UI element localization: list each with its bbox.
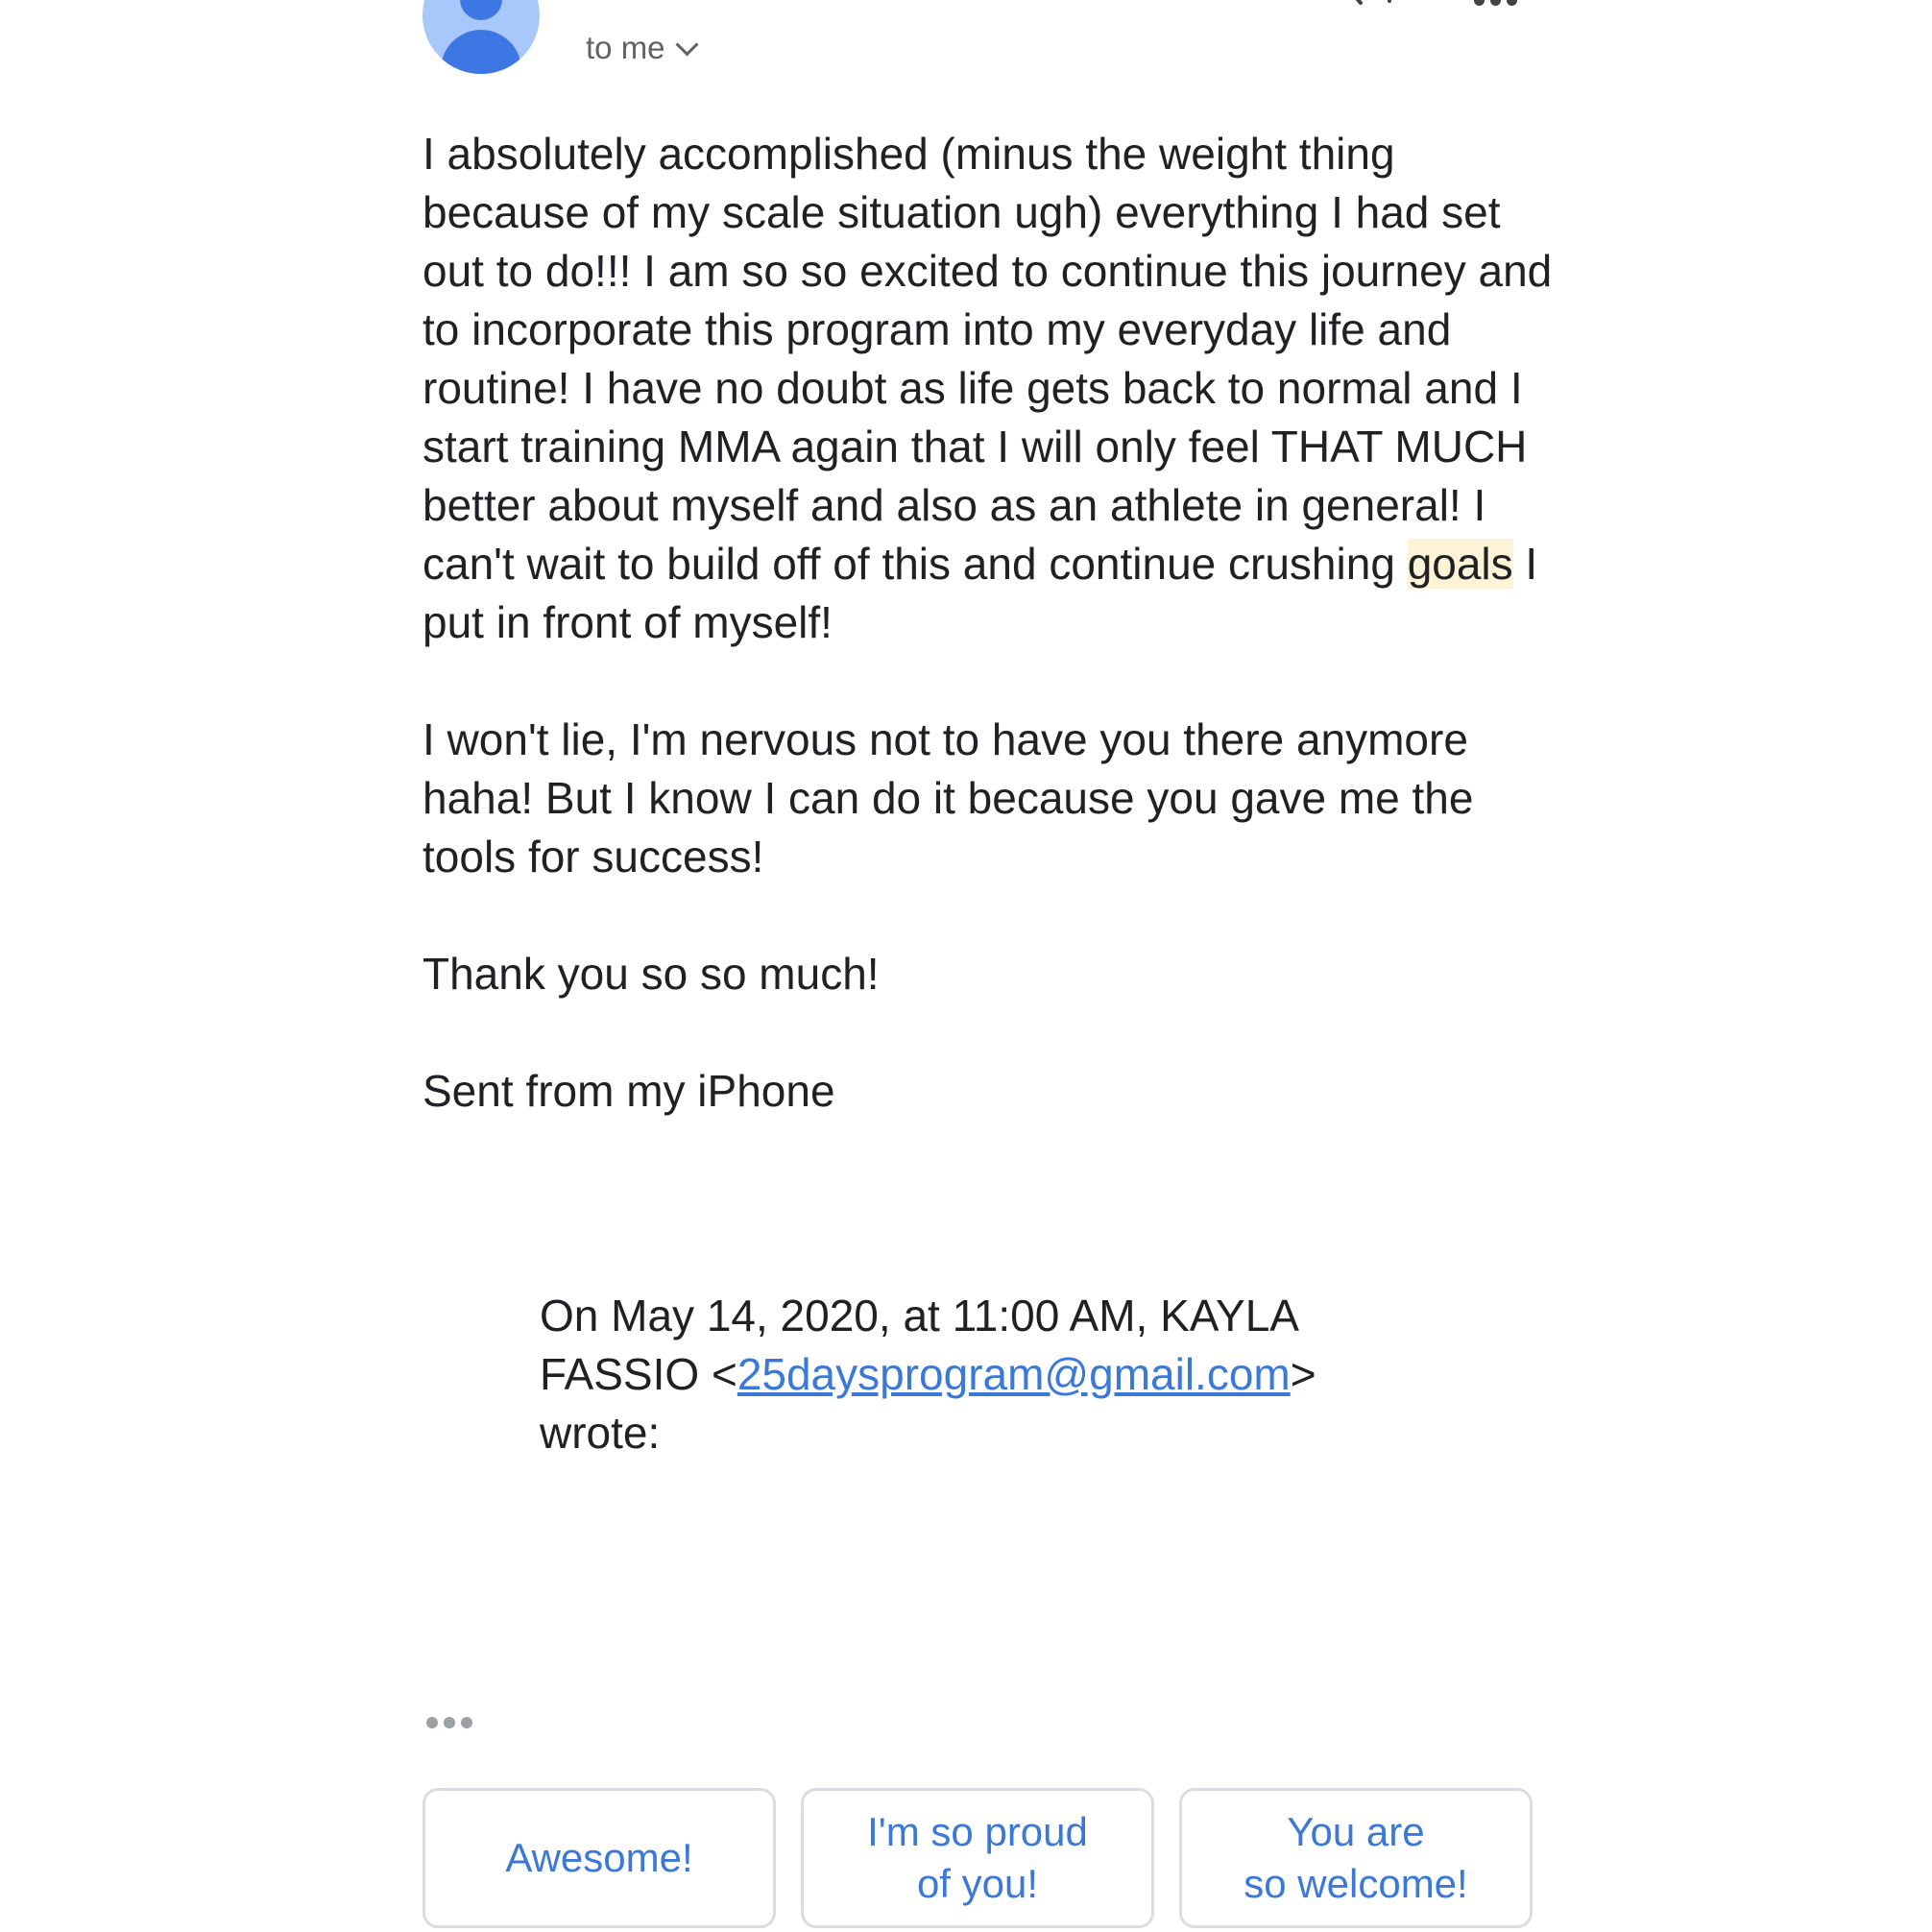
- highlighted-word: goals: [1407, 539, 1513, 589]
- paragraph-1-text: I absolutely accomplished (minus the wei…: [423, 129, 1553, 589]
- body-paragraph-1: I absolutely accomplished (minus the wei…: [423, 125, 1565, 652]
- avatar-head-shape: [460, 0, 502, 20]
- more-options-icon[interactable]: [1474, 0, 1517, 6]
- recipient-details-toggle[interactable]: to me: [586, 30, 699, 66]
- quoted-header: On May 14, 2020, at 11:00 AM, KAYLA FASS…: [540, 1287, 1423, 1462]
- body-paragraph-2: I won't lie, I'm nervous not to have you…: [423, 714, 1474, 881]
- email-signature: Sent from my iPhone: [423, 1066, 835, 1116]
- smart-reply-welcome[interactable]: You are so welcome!: [1179, 1788, 1533, 1928]
- email-body: I absolutely accomplished (minus the wei…: [423, 125, 1565, 1179]
- reply-icon[interactable]: [1340, 0, 1397, 12]
- chevron-down-icon: [675, 32, 699, 57]
- avatar-body-shape: [441, 30, 521, 74]
- smart-reply-awesome[interactable]: Awesome!: [423, 1788, 776, 1928]
- smart-reply-bar: Awesome! I'm so proud of you! You are so…: [423, 1788, 1533, 1928]
- recipient-label: to me: [586, 30, 665, 65]
- sender-email-link[interactable]: 25daysprogram@gmail.com: [737, 1349, 1291, 1399]
- sender-avatar[interactable]: [423, 0, 540, 74]
- show-trimmed-content-button[interactable]: [426, 1717, 472, 1728]
- message-header: to me: [423, 0, 1536, 91]
- smart-reply-proud[interactable]: I'm so proud of you!: [801, 1788, 1154, 1928]
- body-paragraph-3: Thank you so so much!: [423, 949, 880, 999]
